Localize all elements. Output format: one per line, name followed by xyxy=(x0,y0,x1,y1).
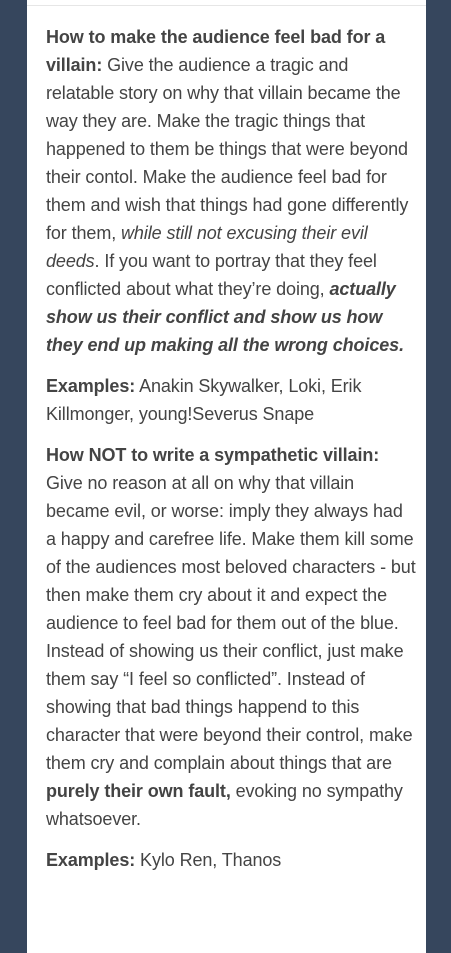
body-text: Give no reason at all on why that villai… xyxy=(46,473,416,773)
examples-good: Examples: Anakin Skywalker, Loki, Erik K… xyxy=(46,372,416,428)
divider xyxy=(27,5,426,6)
bold-text: purely their own fault, xyxy=(46,781,231,801)
body-text: Give the audience a tragic and relatable… xyxy=(46,55,409,243)
section-heading: How NOT to write a sympathetic villain: xyxy=(46,445,380,465)
post-body: How to make the audience feel bad for a … xyxy=(46,23,416,887)
post-card: How to make the audience feel bad for a … xyxy=(27,0,426,953)
section-sympathetic-villain: How to make the audience feel bad for a … xyxy=(46,23,416,359)
section-not-sympathetic: How NOT to write a sympathetic villain: G… xyxy=(46,441,416,833)
examples-text: Kylo Ren, Thanos xyxy=(135,850,282,870)
examples-bad: Examples: Kylo Ren, Thanos xyxy=(46,846,416,874)
body-text: . If you want to portray that they feel … xyxy=(46,251,377,299)
examples-label: Examples: xyxy=(46,850,136,870)
examples-label: Examples: xyxy=(46,376,136,396)
